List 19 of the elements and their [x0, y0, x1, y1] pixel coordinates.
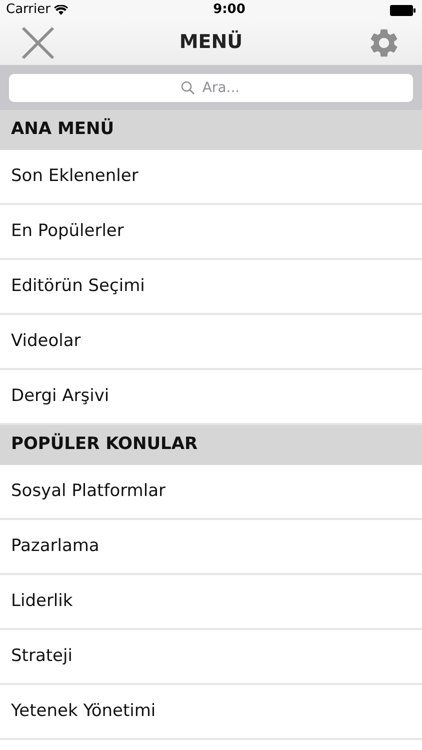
menu-item[interactable]: Yetenek Yönetimi [0, 685, 422, 740]
search-icon [181, 80, 195, 94]
menu-item[interactable]: Pazarlama [0, 520, 422, 575]
clock-time: 9:00 [213, 1, 246, 20]
close-button[interactable] [20, 24, 56, 60]
menu-item[interactable]: Liderlik [0, 575, 422, 630]
section-header: POPÜLER KONULAR [0, 425, 422, 465]
search-field[interactable]: Ara... [9, 74, 413, 102]
section-header: ANA MENÜ [0, 110, 422, 150]
menu-item[interactable]: Editörün Seçimi [0, 260, 422, 315]
menu-item[interactable]: Son Eklenenler [0, 150, 422, 205]
carrier-label: Carrier [6, 1, 50, 20]
menu-item[interactable]: Videolar [0, 315, 422, 370]
menu-item[interactable]: Sosyal Platformlar [0, 465, 422, 520]
nav-title: MENÜ [179, 29, 243, 56]
menu-item[interactable]: Strateji [0, 630, 422, 685]
menu-item[interactable]: En Popülerler [0, 205, 422, 260]
wifi-icon [54, 5, 68, 15]
battery-icon [390, 4, 416, 16]
